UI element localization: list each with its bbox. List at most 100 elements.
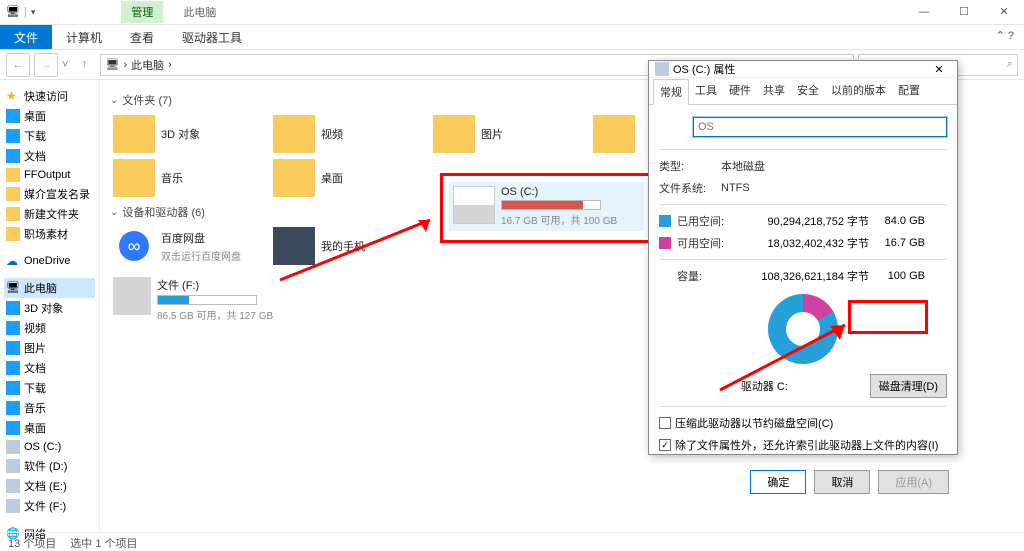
- nav-ffoutput[interactable]: FFOutput: [4, 166, 95, 184]
- usage-bar-f: [157, 295, 257, 305]
- nav-d[interactable]: 软件 (D:): [4, 456, 95, 476]
- picture-icon: [6, 341, 20, 355]
- context-tab-manage[interactable]: 管理: [121, 1, 163, 23]
- nav-f[interactable]: 文件 (F:): [4, 496, 95, 516]
- close-button[interactable]: ✕: [984, 0, 1024, 25]
- drive-icon: [6, 499, 20, 513]
- cap-label: 容量:: [677, 268, 733, 284]
- tab-sharing[interactable]: 共享: [757, 78, 791, 104]
- tile-osc[interactable]: OS (C:) 16.7 GB 可用，共 100 GB: [449, 182, 644, 231]
- cancel-button[interactable]: 取消: [814, 470, 870, 494]
- video-icon: [6, 321, 20, 335]
- tile-obscured[interactable]: [590, 112, 650, 156]
- status-item-count: 13 个项目: [8, 535, 56, 548]
- drive-name-input[interactable]: [693, 117, 947, 137]
- ribbon-help[interactable]: ⌃ ?: [986, 25, 1024, 49]
- used-bytes: 90,294,218,752 字节: [739, 213, 869, 229]
- drive-icon: [113, 277, 151, 315]
- tile-f[interactable]: 文件 (F:)86.5 GB 可用，共 127 GB: [110, 274, 270, 325]
- drive-icon: [655, 62, 669, 76]
- desktop-icon: [6, 421, 20, 435]
- maximize-button[interactable]: ☐: [944, 0, 984, 25]
- nav-back-button[interactable]: ←: [6, 53, 30, 77]
- tile-baidupan[interactable]: 百度网盘双击运行百度网盘: [110, 224, 270, 268]
- drive-icon: [6, 479, 20, 493]
- tab-quota[interactable]: 配置: [892, 78, 926, 104]
- ribbon-file[interactable]: 文件: [0, 25, 52, 49]
- dialog-title: OS (C:) 属性: [673, 61, 735, 77]
- ribbon-drive-tools[interactable]: 驱动器工具: [168, 25, 256, 49]
- tile-pictures[interactable]: 图片: [430, 112, 590, 156]
- ribbon-computer[interactable]: 计算机: [52, 25, 116, 49]
- download-icon: [6, 381, 20, 395]
- used-gb: 84.0 GB: [875, 215, 925, 227]
- search-icon: ⌕: [1007, 58, 1013, 71]
- window-title: 此电脑: [183, 4, 216, 20]
- fs-label: 文件系统:: [659, 180, 715, 196]
- nav-videos[interactable]: 视频: [4, 318, 95, 338]
- index-checkbox[interactable]: ✓: [659, 439, 671, 451]
- baidu-icon: [113, 227, 155, 265]
- compress-checkbox[interactable]: [659, 417, 671, 429]
- annotation-highlight-osc: OS (C:) 16.7 GB 可用，共 100 GB: [440, 173, 654, 243]
- ok-button[interactable]: 确定: [750, 470, 806, 494]
- tab-prev[interactable]: 以前的版本: [825, 78, 892, 104]
- annotation-arrow-2: [710, 320, 860, 400]
- desktop-icon: [6, 109, 20, 123]
- folder-icon: [6, 187, 20, 201]
- tab-general[interactable]: 常规: [653, 79, 689, 105]
- nav-pictures[interactable]: 图片: [4, 338, 95, 358]
- disk-cleanup-button[interactable]: 磁盘清理(D): [870, 374, 947, 398]
- apply-button[interactable]: 应用(A): [878, 470, 949, 494]
- nav-dl2[interactable]: 下载: [4, 378, 95, 398]
- used-swatch: [659, 215, 671, 227]
- pc-icon: [105, 58, 119, 72]
- status-selection: 选中 1 个项目: [70, 535, 137, 548]
- nav-this-pc[interactable]: 此电脑: [4, 278, 95, 298]
- nav-3d[interactable]: 3D 对象: [4, 298, 95, 318]
- tab-security[interactable]: 安全: [791, 78, 825, 104]
- usage-bar-osc: [501, 200, 601, 210]
- folder-icon: [6, 168, 20, 182]
- tab-tools[interactable]: 工具: [689, 78, 723, 104]
- nav-docs2[interactable]: 文档: [4, 358, 95, 378]
- nav-new-folder[interactable]: 新建文件夹: [4, 204, 95, 224]
- nav-documents[interactable]: 文档: [4, 146, 95, 166]
- nav-downloads[interactable]: 下载: [4, 126, 95, 146]
- document-icon: [6, 361, 20, 375]
- fs-value: NTFS: [721, 182, 750, 194]
- nav-up-button[interactable]: ↑: [72, 53, 96, 77]
- index-label: 除了文件属性外，还允许索引此驱动器上文件的内容(I): [675, 437, 938, 453]
- pc-icon: [6, 281, 20, 295]
- music-icon: [6, 401, 20, 415]
- ribbon-view[interactable]: 查看: [116, 25, 168, 49]
- pc-icon: [6, 5, 20, 19]
- tile-videos[interactable]: 视频: [270, 112, 430, 156]
- free-label: 可用空间:: [677, 235, 733, 251]
- annotation-highlight-cleanup: [848, 300, 928, 334]
- type-value: 本地磁盘: [721, 158, 765, 174]
- nav-career[interactable]: 职场素材: [4, 224, 95, 244]
- nav-desk2[interactable]: 桌面: [4, 418, 95, 438]
- tab-hardware[interactable]: 硬件: [723, 78, 757, 104]
- tile-music[interactable]: 音乐: [110, 156, 270, 200]
- nav-music[interactable]: 音乐: [4, 398, 95, 418]
- tile-3d[interactable]: 3D 对象: [110, 112, 270, 156]
- type-label: 类型:: [659, 158, 715, 174]
- cloud-icon: [6, 254, 20, 268]
- tile-desktop[interactable]: 桌面: [270, 156, 430, 200]
- cap-bytes: 108,326,621,184 字节: [739, 268, 869, 284]
- folder-icon: [6, 207, 20, 221]
- nav-quick-access[interactable]: 快速访问: [4, 86, 95, 106]
- free-swatch: [659, 237, 671, 249]
- dialog-close-button[interactable]: ✕: [927, 63, 951, 76]
- nav-desktop[interactable]: 桌面: [4, 106, 95, 126]
- nav-e[interactable]: 文档 (E:): [4, 476, 95, 496]
- minimize-button[interactable]: —: [904, 0, 944, 25]
- objects3d-icon: [6, 301, 20, 315]
- nav-osc[interactable]: OS (C:): [4, 438, 95, 456]
- nav-media-dir[interactable]: 媒介宣发名录: [4, 184, 95, 204]
- nav-onedrive[interactable]: OneDrive: [4, 252, 95, 270]
- nav-forward-button[interactable]: →: [34, 53, 58, 77]
- annotation-arrow-1: [270, 210, 450, 290]
